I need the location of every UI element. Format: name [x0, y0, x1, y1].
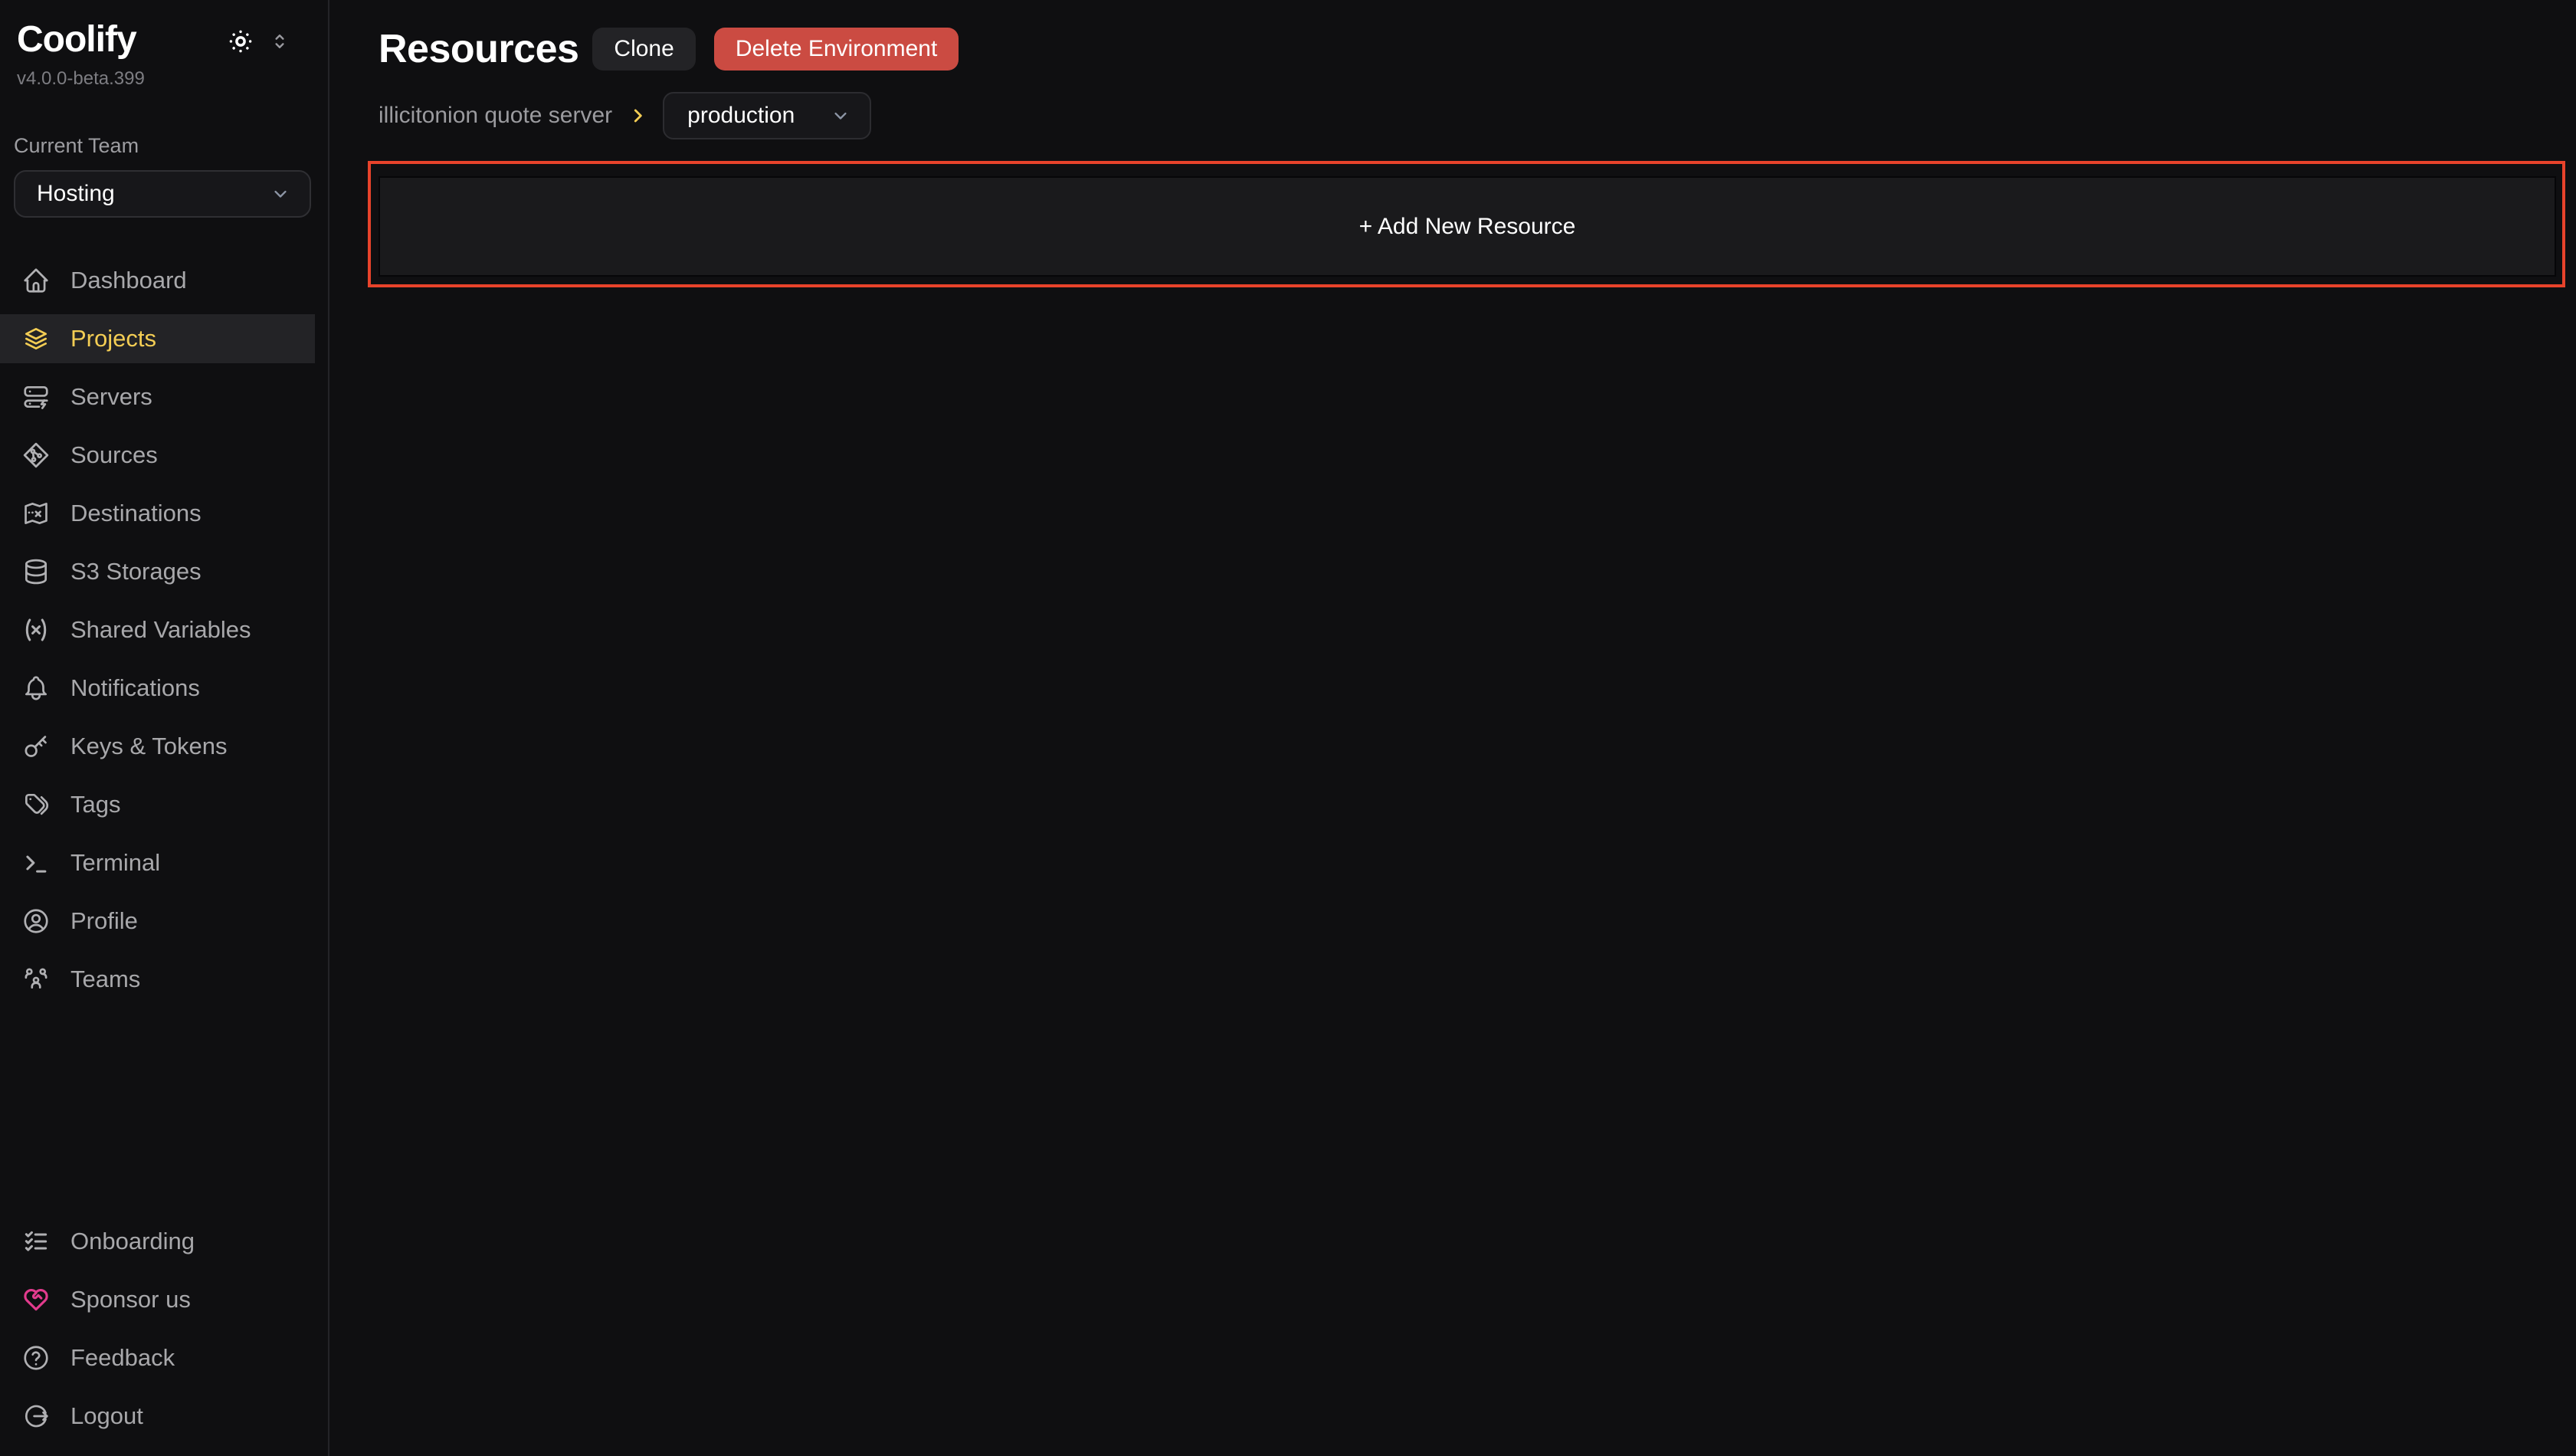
database-icon: [21, 557, 51, 586]
breadcrumb: illicitonion quote server production: [379, 92, 2576, 139]
chevrons-up-down-icon[interactable]: [268, 30, 291, 53]
users-icon: [21, 965, 51, 994]
sidebar-item-label: Shared Variables: [70, 616, 251, 644]
braces-x-icon: [21, 615, 51, 644]
team-select-value: Hosting: [37, 181, 115, 207]
sidebar-item-label: Onboarding: [70, 1228, 195, 1255]
sidebar: Coolify v4.0.0-beta.399 Current Team Hos…: [0, 0, 329, 1456]
key-icon: [21, 732, 51, 761]
sidebar-item-label: Feedback: [70, 1344, 175, 1372]
sidebar-item-label: Notifications: [70, 674, 200, 702]
add-new-resource-label: + Add New Resource: [1359, 214, 1576, 240]
sidebar-item-destinations[interactable]: Destinations: [0, 489, 315, 538]
sidebar-item-label: Servers: [70, 383, 152, 411]
sidebar-item-label: Destinations: [70, 500, 202, 527]
sidebar-item-label: Teams: [70, 966, 140, 993]
delete-environment-button[interactable]: Delete Environment: [714, 28, 959, 71]
logout-icon: [21, 1402, 51, 1431]
team-select[interactable]: Hosting: [14, 170, 311, 218]
chevron-down-icon: [270, 183, 291, 205]
app-name: Coolify: [17, 20, 136, 61]
heart-hands-icon: [21, 1285, 51, 1314]
logo-row: Coolify: [0, 20, 328, 61]
resource-area: + Add New Resource: [379, 176, 2556, 277]
sidebar-item-notifications[interactable]: Notifications: [0, 664, 315, 713]
page-header: Resources Clone Delete Environment: [379, 26, 2576, 72]
home-icon: [21, 266, 51, 295]
sun-icon[interactable]: [227, 28, 254, 55]
sidebar-item-label: Dashboard: [70, 267, 187, 294]
environment-select-value: production: [687, 103, 795, 129]
user-circle-icon: [21, 907, 51, 936]
tags-icon: [21, 790, 51, 819]
sidebar-item-label: Projects: [70, 325, 156, 353]
sidebar-item-label: Sponsor us: [70, 1286, 191, 1313]
sidebar-item-sponsor-us[interactable]: Sponsor us: [0, 1275, 315, 1324]
current-team-section: Current Team Hosting: [0, 90, 328, 218]
clone-button[interactable]: Clone: [592, 28, 695, 71]
breadcrumb-project[interactable]: illicitonion quote server: [379, 103, 612, 129]
sidebar-item-logout[interactable]: Logout: [0, 1392, 315, 1441]
chevron-down-icon: [830, 105, 851, 126]
main-content: Resources Clone Delete Environment illic…: [329, 0, 2576, 1456]
chevron-right-icon: [628, 106, 647, 126]
bell-icon: [21, 674, 51, 703]
sidebar-item-onboarding[interactable]: Onboarding: [0, 1217, 315, 1266]
sidebar-nav: Dashboard Projects Servers Sources Destinati…: [0, 256, 328, 1013]
sidebar-item-label: Keys & Tokens: [70, 733, 227, 760]
server-icon: [21, 382, 51, 412]
sidebar-item-feedback[interactable]: Feedback: [0, 1333, 315, 1382]
sidebar-item-projects[interactable]: Projects: [0, 314, 315, 363]
terminal-icon: [21, 848, 51, 877]
sidebar-item-terminal[interactable]: Terminal: [0, 838, 315, 887]
app-version: v4.0.0-beta.399: [0, 61, 328, 90]
sidebar-item-tags[interactable]: Tags: [0, 780, 315, 829]
sidebar-item-dashboard[interactable]: Dashboard: [0, 256, 315, 305]
current-team-label: Current Team: [14, 134, 311, 158]
sidebar-item-teams[interactable]: Teams: [0, 955, 315, 1004]
map-icon: [21, 499, 51, 528]
help-circle-icon: [21, 1343, 51, 1372]
sidebar-item-label: Profile: [70, 907, 138, 935]
checklist-icon: [21, 1227, 51, 1256]
environment-select[interactable]: production: [663, 92, 871, 139]
sidebar-item-s3-storages[interactable]: S3 Storages: [0, 547, 315, 596]
sidebar-item-label: Tags: [70, 791, 120, 818]
stack-icon: [21, 324, 51, 353]
git-diamond-icon: [21, 441, 51, 470]
sidebar-item-servers[interactable]: Servers: [0, 372, 315, 421]
sidebar-item-label: S3 Storages: [70, 558, 202, 585]
sidebar-item-label: Terminal: [70, 849, 160, 877]
sidebar-item-profile[interactable]: Profile: [0, 897, 315, 946]
page-title: Resources: [379, 26, 578, 72]
sidebar-item-sources[interactable]: Sources: [0, 431, 315, 480]
sidebar-item-label: Sources: [70, 441, 158, 469]
sidebar-item-shared-variables[interactable]: Shared Variables: [0, 605, 315, 654]
sidebar-nav-bottom: Onboarding Sponsor us Feedback Logout: [0, 1217, 328, 1450]
add-new-resource-button[interactable]: + Add New Resource: [379, 176, 2556, 277]
sidebar-item-keys-tokens[interactable]: Keys & Tokens: [0, 722, 315, 771]
sidebar-item-label: Logout: [70, 1402, 143, 1430]
